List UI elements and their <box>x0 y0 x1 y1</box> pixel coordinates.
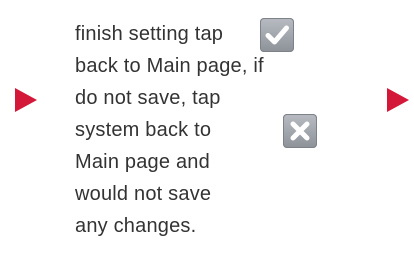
instruction-text: finish setting tap back to Main page, if… <box>75 18 375 242</box>
instruction-line-4: system back to <box>75 119 212 141</box>
right-arrow-icon <box>387 88 409 112</box>
left-arrow-icon <box>15 88 37 112</box>
instruction-line-3: do not save, tap <box>75 87 221 109</box>
instruction-line-1: finish setting tap <box>75 23 224 45</box>
close-icon <box>283 114 317 148</box>
instruction-line-7: any changes. <box>75 215 197 237</box>
check-icon <box>260 18 294 52</box>
instruction-line-5: Main page and <box>75 151 210 173</box>
instruction-line-6: would not save <box>75 183 212 205</box>
instruction-line-2: back to Main page, if <box>75 55 264 77</box>
